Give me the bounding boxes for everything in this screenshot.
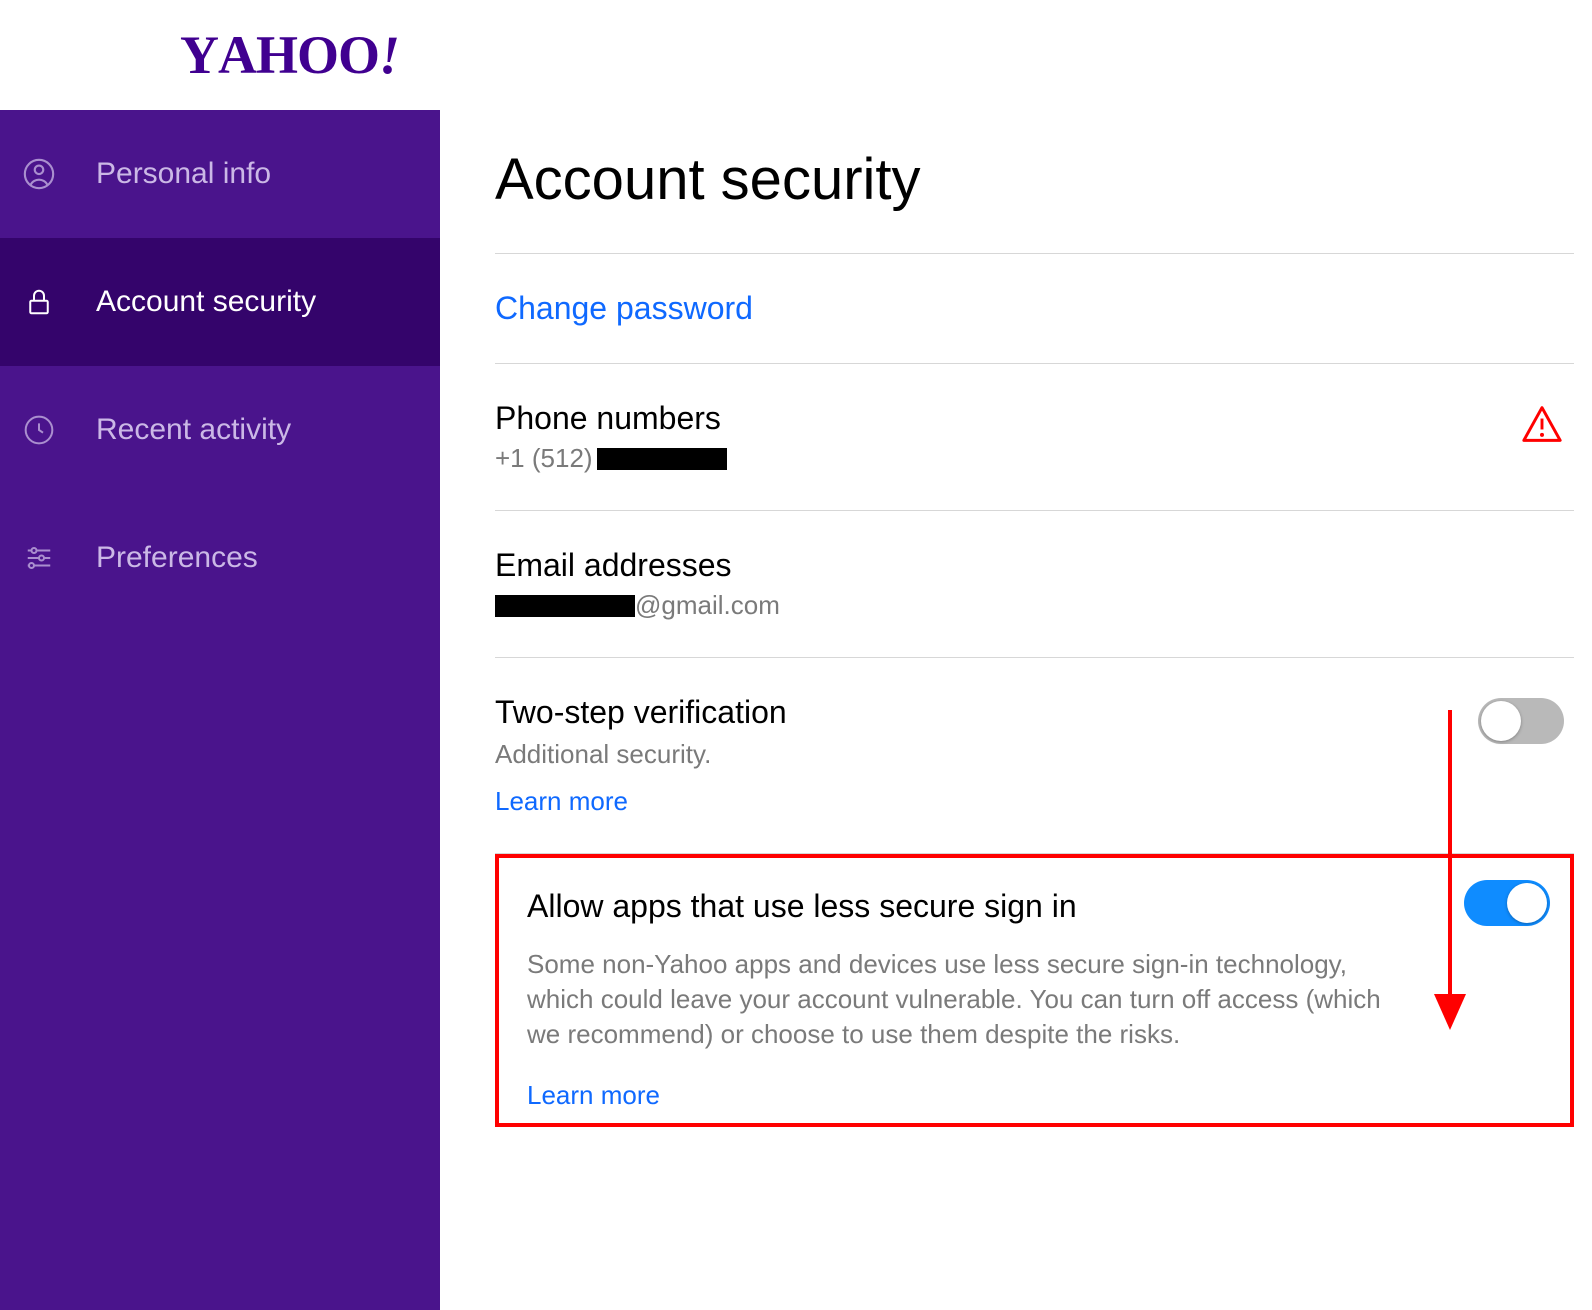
section-less-secure-highlight: Allow apps that use less secure sign in … <box>495 854 1574 1127</box>
less-secure-learn-more-link[interactable]: Learn more <box>527 1080 660 1111</box>
section-two-step: Two-step verification Additional securit… <box>495 657 1574 853</box>
email-value: @gmail.com <box>495 590 1574 621</box>
section-phone-numbers[interactable]: Phone numbers +1 (512) <box>495 363 1574 510</box>
sidebar-item-label: Recent activity <box>96 413 291 447</box>
section-email-addresses[interactable]: Email addresses @gmail.com <box>495 510 1574 657</box>
email-domain: @gmail.com <box>635 590 780 621</box>
sidebar-item-recent-activity[interactable]: Recent activity <box>0 366 440 494</box>
sidebar: Personal info Account security <box>0 110 440 1310</box>
two-step-title: Two-step verification <box>495 694 1574 731</box>
person-icon <box>22 157 56 191</box>
two-step-learn-more-link[interactable]: Learn more <box>495 786 628 817</box>
sidebar-item-account-security[interactable]: Account security <box>0 238 440 366</box>
sliders-icon <box>22 541 56 575</box>
redacted-phone <box>597 448 727 470</box>
sidebar-item-label: Personal info <box>96 157 271 191</box>
sidebar-item-preferences[interactable]: Preferences <box>0 494 440 622</box>
sidebar-item-label: Preferences <box>96 541 258 575</box>
main-content: Account security Change password Phone n… <box>440 110 1592 1310</box>
page-title: Account security <box>495 146 1574 213</box>
less-secure-toggle[interactable] <box>1464 880 1550 926</box>
phone-prefix: +1 (512) <box>495 443 593 474</box>
section-change-password: Change password <box>495 253 1574 363</box>
phone-numbers-title: Phone numbers <box>495 400 1574 437</box>
email-addresses-title: Email addresses <box>495 547 1574 584</box>
phone-number-value: +1 (512) <box>495 443 1574 474</box>
change-password-link[interactable]: Change password <box>495 290 753 326</box>
redacted-email <box>495 595 635 617</box>
sidebar-item-personal-info[interactable]: Personal info <box>0 110 440 238</box>
two-step-desc: Additional security. <box>495 737 1375 772</box>
clock-icon <box>22 413 56 447</box>
less-secure-title: Allow apps that use less secure sign in <box>527 888 1542 925</box>
yahoo-logo: YAHOO! <box>180 24 399 86</box>
warning-icon <box>1520 404 1564 449</box>
less-secure-desc: Some non-Yahoo apps and devices use less… <box>527 947 1407 1052</box>
logo-bar: YAHOO! <box>0 0 1592 110</box>
two-step-toggle[interactable] <box>1478 698 1564 744</box>
lock-icon <box>22 285 56 319</box>
sidebar-item-label: Account security <box>96 285 316 319</box>
